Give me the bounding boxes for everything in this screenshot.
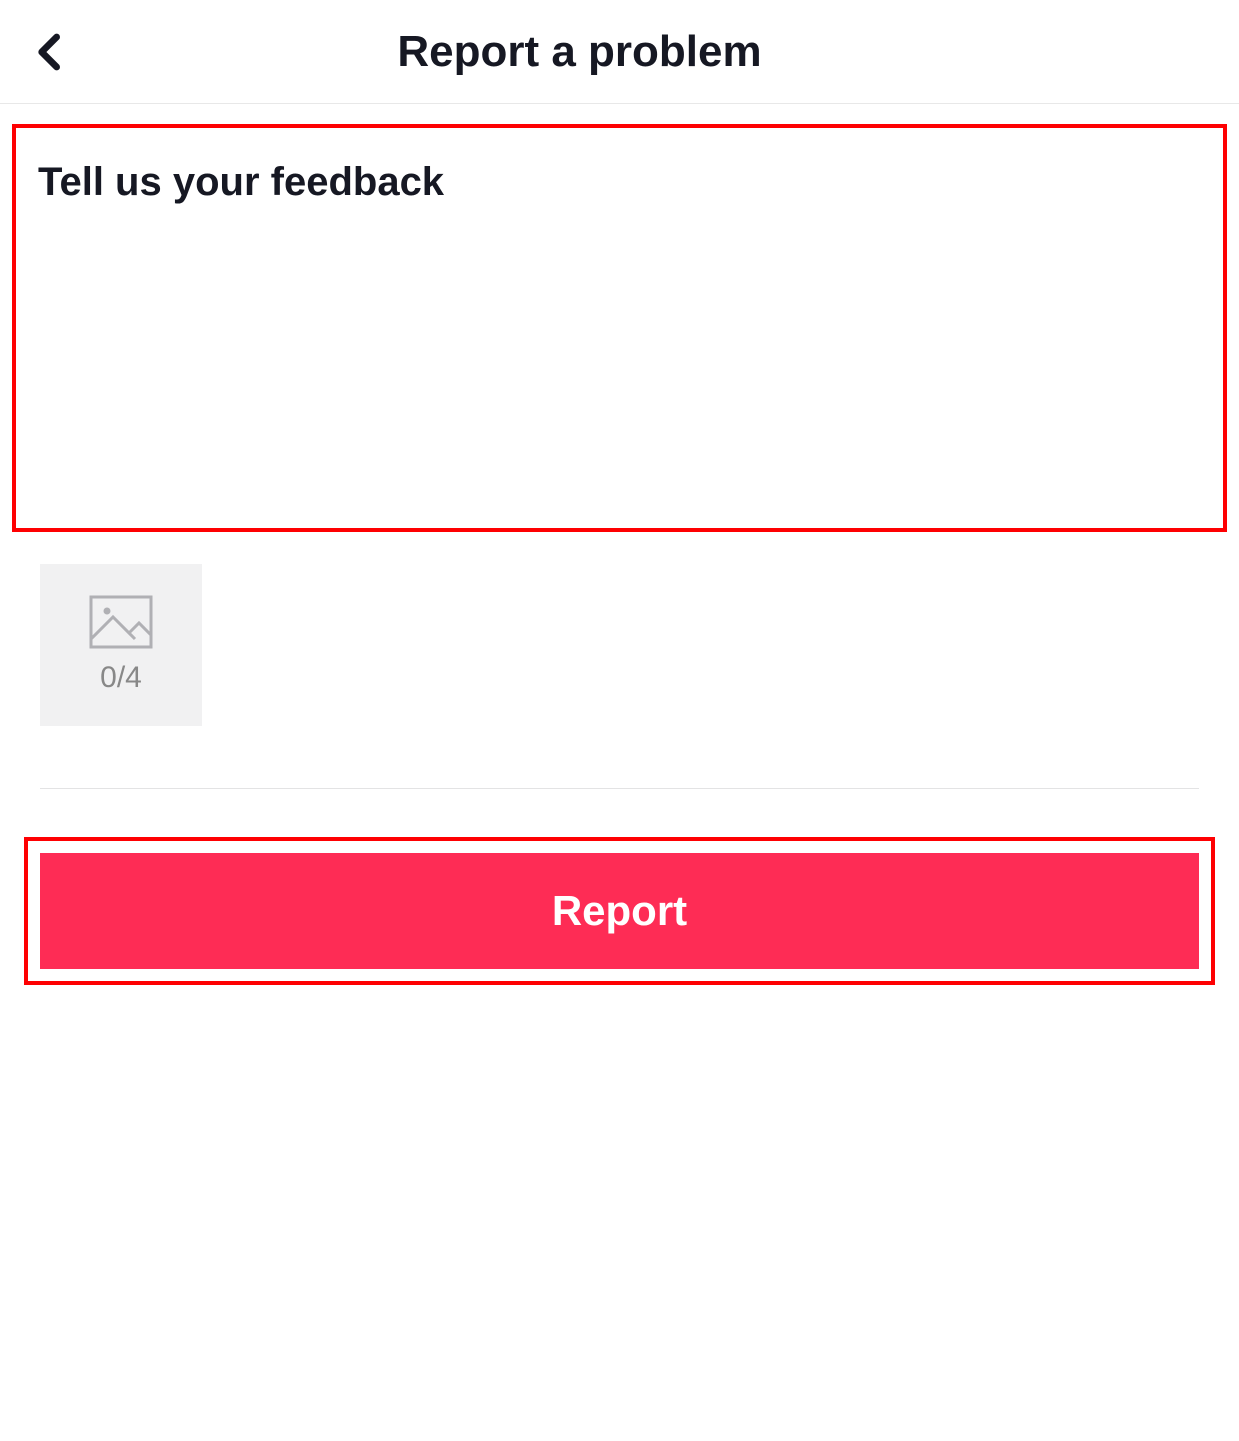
- attachment-section: 0/4: [12, 564, 1227, 726]
- header-bar: Report a problem: [0, 0, 1239, 104]
- divider: [40, 788, 1199, 789]
- chevron-left-icon: [30, 28, 70, 76]
- image-icon: [89, 595, 153, 649]
- feedback-textarea[interactable]: [16, 128, 1223, 523]
- page-title: Report a problem: [0, 27, 1209, 77]
- attachment-count: 0/4: [100, 661, 142, 695]
- report-button[interactable]: Report: [40, 853, 1199, 969]
- submit-highlight-frame: Report: [24, 837, 1215, 985]
- add-image-button[interactable]: 0/4: [40, 564, 202, 726]
- back-button[interactable]: [30, 28, 70, 76]
- content-area: 0/4 Report: [0, 104, 1239, 985]
- feedback-highlight-frame: [12, 124, 1227, 532]
